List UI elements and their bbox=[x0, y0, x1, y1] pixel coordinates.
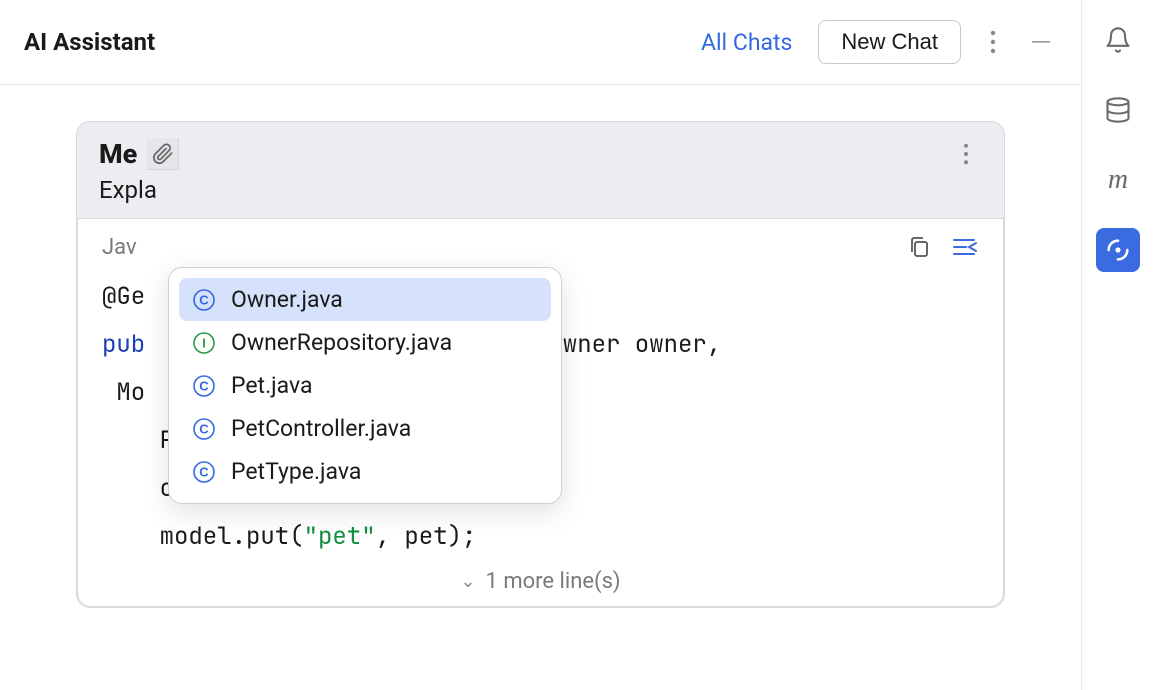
copy-icon[interactable] bbox=[905, 233, 933, 261]
popup-item-label: OwnerRepository.java bbox=[231, 329, 452, 356]
popup-item-pet-java[interactable]: C Pet.java bbox=[179, 364, 551, 407]
new-chat-button[interactable]: New Chat bbox=[818, 20, 961, 64]
panel-header: AI Assistant All Chats New Chat — bbox=[0, 0, 1081, 85]
svg-text:C: C bbox=[199, 378, 209, 393]
popup-item-pet-type-java[interactable]: C PetType.java bbox=[179, 450, 551, 493]
popup-item-label: Pet.java bbox=[231, 372, 312, 399]
insert-code-icon[interactable] bbox=[951, 233, 979, 261]
interface-file-icon: I bbox=[191, 330, 217, 356]
popup-item-label: Owner.java bbox=[231, 286, 343, 313]
code-actions bbox=[905, 233, 979, 261]
svg-text:I: I bbox=[202, 335, 206, 350]
svg-text:C: C bbox=[199, 292, 209, 307]
message-header: Me bbox=[77, 122, 1004, 174]
panel-menu-kebab-icon[interactable] bbox=[977, 26, 1009, 58]
m-tool-icon[interactable]: m bbox=[1096, 158, 1140, 202]
more-lines-label: 1 more line(s) bbox=[486, 569, 621, 594]
popup-item-owner-repository-java[interactable]: I OwnerRepository.java bbox=[179, 321, 551, 364]
ai-assistant-icon[interactable] bbox=[1096, 228, 1140, 272]
panel-title: AI Assistant bbox=[24, 28, 675, 56]
class-file-icon: C bbox=[191, 287, 217, 313]
code-language-label: Jav bbox=[102, 235, 137, 260]
code-line-2-kw: pub bbox=[102, 329, 145, 360]
popup-item-owner-java[interactable]: C Owner.java bbox=[179, 278, 551, 321]
attachment-file-popup: C Owner.java I OwnerRepository.java C Pe… bbox=[168, 267, 562, 504]
right-toolbar: m bbox=[1082, 0, 1154, 690]
all-chats-link[interactable]: All Chats bbox=[691, 23, 802, 62]
paperclip-icon bbox=[152, 143, 174, 165]
class-file-icon: C bbox=[191, 416, 217, 442]
notifications-icon[interactable] bbox=[1096, 18, 1140, 62]
message-prompt: Expla bbox=[77, 174, 1004, 218]
code-line-3: Mo bbox=[102, 377, 145, 408]
svg-text:C: C bbox=[199, 464, 209, 479]
popup-item-label: PetType.java bbox=[231, 458, 361, 485]
attachment-button[interactable] bbox=[147, 138, 179, 170]
svg-text:C: C bbox=[199, 421, 209, 436]
database-icon[interactable] bbox=[1096, 88, 1140, 132]
chevron-down-icon: ⌄ bbox=[460, 571, 475, 592]
chat-content: Me Expla Jav bbox=[0, 85, 1081, 690]
class-file-icon: C bbox=[191, 373, 217, 399]
message-menu-kebab-icon[interactable] bbox=[950, 138, 982, 170]
code-line-6-str: "pet" bbox=[304, 521, 376, 552]
message-author: Me bbox=[99, 138, 137, 170]
minimize-icon[interactable]: — bbox=[1025, 26, 1057, 58]
code-line-1: @Ge bbox=[102, 281, 145, 312]
expand-code-button[interactable]: ⌄ 1 more line(s) bbox=[78, 561, 1003, 606]
code-line-6-prefix: model.put( bbox=[102, 521, 304, 552]
code-line-6-suffix: , pet); bbox=[376, 521, 477, 552]
code-header: Jav bbox=[78, 219, 1003, 267]
class-file-icon: C bbox=[191, 459, 217, 485]
popup-item-label: PetController.java bbox=[231, 415, 411, 442]
popup-item-pet-controller-java[interactable]: C PetController.java bbox=[179, 407, 551, 450]
ai-assistant-panel: AI Assistant All Chats New Chat — Me Exp… bbox=[0, 0, 1082, 690]
